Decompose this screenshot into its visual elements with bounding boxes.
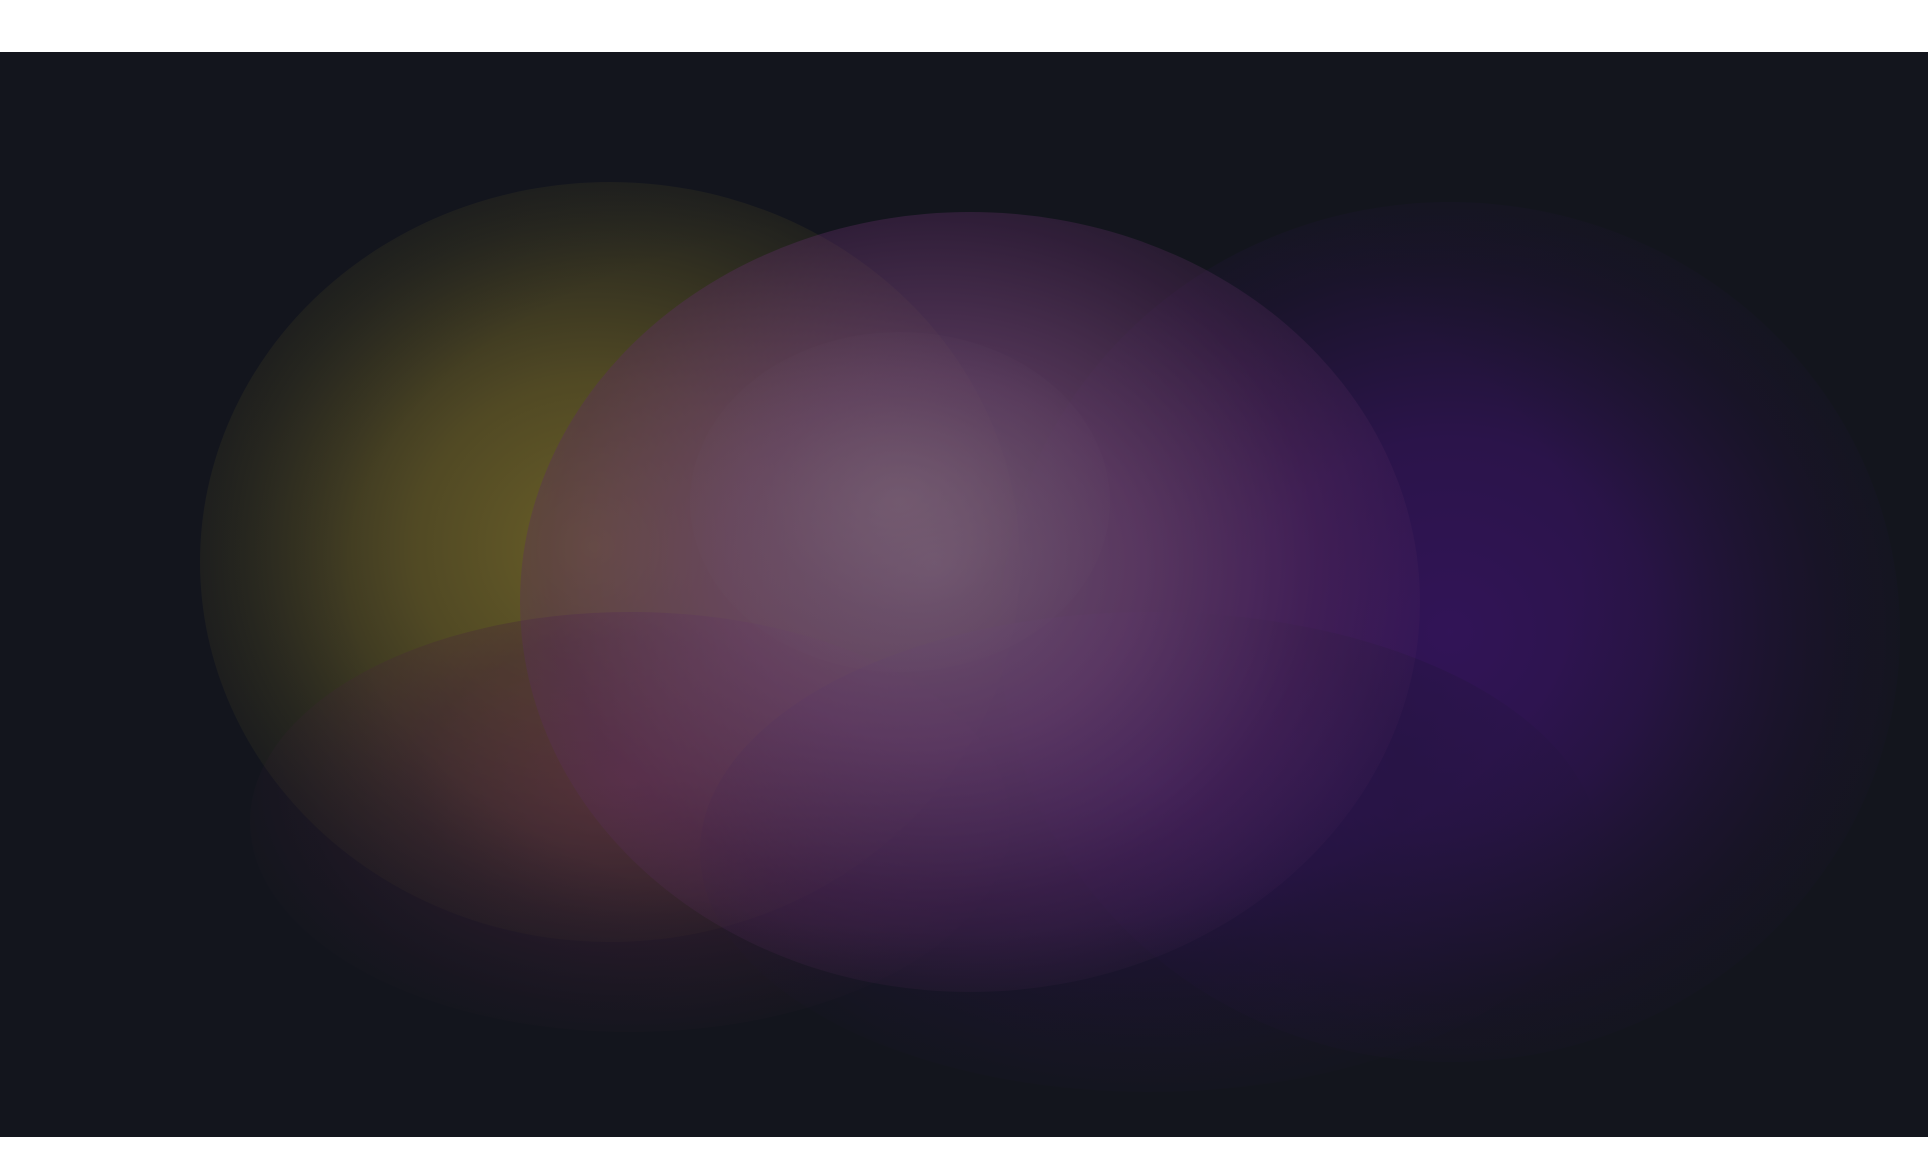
yellow-glow <box>200 182 1020 942</box>
top-margin <box>0 0 1932 52</box>
right-margin <box>1928 52 1932 1137</box>
page <box>0 0 1932 1169</box>
gradient-background <box>0 52 1928 1137</box>
purple-glow <box>1000 202 1900 1062</box>
red-glow <box>250 612 1010 1032</box>
vignette-overlay <box>0 52 1928 1137</box>
center-highlight <box>690 332 1110 672</box>
bottom-margin <box>0 1137 1932 1169</box>
violet-glow <box>700 612 1600 1092</box>
pink-glow <box>520 212 1420 992</box>
